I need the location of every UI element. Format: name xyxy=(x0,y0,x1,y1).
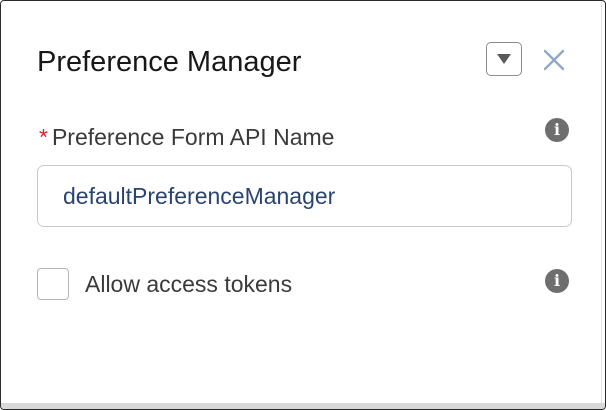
allow-access-tokens-label: Allow access tokens xyxy=(85,271,293,297)
chevron-down-icon xyxy=(497,54,511,64)
window-frame: Preference Manager * Preference Form API … xyxy=(0,0,606,410)
api-name-label: * Preference Form API Name xyxy=(39,123,334,151)
api-name-info-icon[interactable]: i xyxy=(545,118,569,142)
close-button[interactable] xyxy=(540,46,568,74)
preference-manager-panel: Preference Manager * Preference Form API … xyxy=(1,1,602,403)
required-indicator: * xyxy=(39,124,48,150)
allow-access-tokens-checkbox[interactable] xyxy=(37,268,69,300)
api-name-label-text: Preference Form API Name xyxy=(51,124,335,150)
frame-bottom-shade xyxy=(1,403,605,409)
close-icon xyxy=(543,49,565,71)
allow-access-tokens-info-icon[interactable]: i xyxy=(545,269,569,293)
panel-title: Preference Manager xyxy=(37,46,302,78)
panel-dropdown-button[interactable] xyxy=(486,42,522,76)
api-name-input[interactable] xyxy=(37,165,572,227)
